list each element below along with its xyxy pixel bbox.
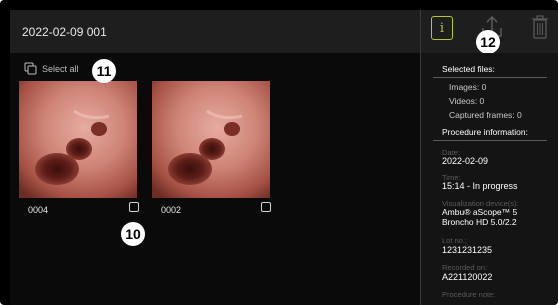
screen: 2022-02-09 001 Select all 0004 0002 11 1…	[0, 0, 558, 305]
date-value: 2022-02-09	[442, 156, 489, 166]
thumbnail-image[interactable]	[152, 81, 270, 198]
images-count: Images: 0	[449, 82, 487, 92]
device-value-line2: Broncho HD 5.0/2.2	[442, 217, 517, 227]
thumbnail-checkbox[interactable]	[261, 202, 271, 212]
thumbnail-label: 0002	[161, 205, 182, 215]
lot-label: Lot no.:	[442, 236, 468, 245]
trash-icon[interactable]	[531, 14, 549, 40]
callout-export: 12	[476, 30, 500, 54]
endoscopy-image	[19, 81, 137, 198]
callout-checkbox: 10	[121, 222, 145, 246]
recorded-on-label: Recorded on:	[442, 263, 488, 272]
thumbnail-checkbox[interactable]	[129, 202, 139, 212]
time-value: 15:14 - In progress	[442, 181, 518, 191]
captured-frames-count: Captured frames: 0	[449, 110, 522, 120]
thumbnail-label: 0004	[28, 205, 49, 215]
info-icon: i	[439, 20, 445, 36]
page-title: 2022-02-09 001	[22, 25, 107, 39]
multi-select-icon	[24, 62, 37, 75]
info-button[interactable]: i	[431, 16, 453, 40]
select-all-label: Select all	[42, 64, 79, 74]
selected-files-heading: Selected files:	[442, 64, 495, 74]
lot-value: 1231231235	[442, 245, 493, 255]
procedure-heading: Procedure information:	[442, 127, 528, 137]
recorded-on-value: A221120022	[442, 272, 493, 282]
section-divider	[433, 140, 547, 141]
section-divider	[433, 77, 547, 78]
callout-select-all: 11	[92, 59, 116, 83]
videos-count: Videos: 0	[449, 96, 485, 106]
thumbnail-image[interactable]	[19, 81, 137, 198]
endoscopy-image	[152, 81, 270, 198]
select-all-button[interactable]: Select all	[24, 62, 79, 76]
procedure-note-label: Procedure note:	[442, 290, 496, 299]
